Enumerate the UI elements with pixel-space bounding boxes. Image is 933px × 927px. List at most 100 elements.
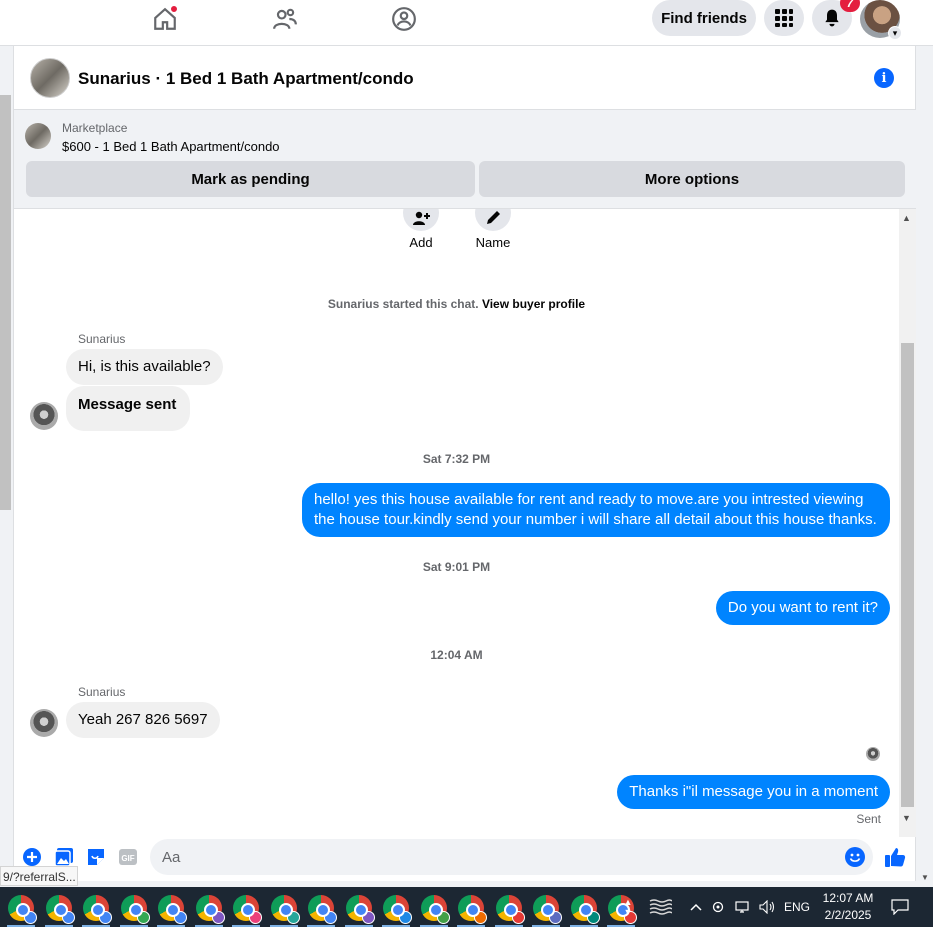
listing-avatar[interactable]: [30, 58, 70, 98]
profile-badge-icon: [512, 911, 525, 924]
plus-icon[interactable]: [22, 847, 42, 867]
timestamp: Sat 7:32 PM: [422, 452, 491, 466]
view-buyer-profile-link[interactable]: View buyer profile: [482, 297, 585, 311]
profile-badge-icon: [324, 911, 337, 924]
add-people-action[interactable]: Add: [391, 209, 451, 260]
page-scrollbar-thumb[interactable]: [0, 95, 11, 510]
chrome-profile-taskbar-icon[interactable]: [271, 895, 300, 924]
profile-badge-icon: [24, 911, 37, 924]
chrome-profile-taskbar-icon[interactable]: [308, 895, 337, 924]
chrome-profile-taskbar-icon[interactable]: [458, 895, 487, 924]
home-icon[interactable]: [148, 4, 182, 34]
listing-summary[interactable]: $600 - 1 Bed 1 Bath Apartment/condo: [62, 139, 280, 154]
incoming-message[interactable]: Message sent: [66, 386, 191, 431]
profile-badge-icon: [549, 911, 562, 924]
notification-center-icon[interactable]: [888, 887, 912, 927]
listing-thumbnail[interactable]: [25, 123, 51, 149]
camera-icon[interactable]: [711, 887, 727, 927]
add-action-label: Add: [409, 235, 433, 250]
bell-icon: [825, 9, 839, 27]
find-friends-button[interactable]: Find friends: [652, 0, 756, 36]
pencil-icon: [475, 209, 511, 231]
timestamp: Sat 9:01 PM: [422, 560, 491, 574]
emoji-icon[interactable]: [845, 847, 865, 867]
chat-started-text: Sunarius started this chat.: [327, 297, 479, 311]
chrome-profile-taskbar-icon[interactable]: [383, 895, 412, 924]
gif-icon[interactable]: GIF: [118, 847, 138, 867]
message-status: Sent: [856, 812, 881, 826]
widgets-icon[interactable]: [646, 887, 674, 927]
outgoing-message[interactable]: hello! yes this house available for rent…: [302, 483, 890, 537]
profile-badge-icon: [212, 911, 225, 924]
profile-badge-icon: [587, 911, 600, 924]
like-icon[interactable]: [883, 845, 907, 869]
profile-badge-icon: [437, 911, 450, 924]
groups-icon[interactable]: [387, 4, 421, 34]
outgoing-message[interactable]: Do you want to rent it?: [715, 591, 890, 625]
chrome-profile-taskbar-icon[interactable]: [533, 895, 562, 924]
system-clock[interactable]: 12:07 AM 2/2/2025: [812, 890, 884, 924]
chrome-profile-taskbar-icon[interactable]: [83, 895, 112, 924]
incoming-message[interactable]: Hi, is this available?: [66, 349, 223, 385]
taskbar-scroll-arrows[interactable]: ▲ ▼: [623, 887, 633, 927]
status-bar-url: 9/?referralS...: [0, 866, 78, 886]
marketplace-panel: Marketplace $600 - 1 Bed 1 Bath Apartmen…: [14, 110, 917, 209]
sender-avatar[interactable]: [30, 402, 58, 430]
outgoing-message[interactable]: Thanks i"il message you in a moment: [617, 775, 890, 809]
notifications-button[interactable]: 7: [812, 0, 860, 36]
chrome-profile-taskbar-icon[interactable]: [233, 895, 262, 924]
show-hidden-icons-chevron-icon[interactable]: [688, 887, 704, 927]
profile-badge-icon: [99, 911, 112, 924]
chrome-profile-taskbar-icon[interactable]: [158, 895, 187, 924]
mark-as-pending-label: Mark as pending: [191, 170, 310, 188]
sticker-icon[interactable]: [86, 847, 106, 867]
mark-as-pending-button[interactable]: Mark as pending: [26, 161, 475, 197]
message-composer: GIF Aa: [14, 837, 917, 881]
chrome-profile-taskbar-icon[interactable]: [121, 895, 150, 924]
message-list[interactable]: ▲ ▼ Add Name Sunarius started this chat.…: [14, 209, 917, 837]
notification-count-badge: 7: [840, 0, 860, 12]
grid-menu-icon: [775, 9, 793, 27]
profile-badge-icon: [174, 911, 187, 924]
windows-taskbar: ▲ ▼ ENG 12:07 AM 2/2/2025: [0, 887, 933, 927]
timestamp: 12:04 AM: [430, 648, 483, 662]
language-indicator[interactable]: ENG: [783, 887, 811, 927]
volume-icon[interactable]: [758, 887, 778, 927]
profile-badge-icon: [399, 911, 412, 924]
profile-badge-icon: [249, 911, 262, 924]
name-chat-action[interactable]: Name: [463, 209, 523, 260]
chevron-down-icon[interactable]: ▾: [888, 26, 902, 40]
menu-button[interactable]: [764, 0, 804, 36]
profile-badge-icon: [474, 911, 487, 924]
chrome-profile-taskbar-icon[interactable]: [571, 895, 600, 924]
chat-scrollbar-thumb[interactable]: [901, 343, 914, 807]
photo-icon[interactable]: [54, 847, 74, 867]
scroll-up-arrow-icon[interactable]: ▲: [902, 213, 911, 223]
scroll-down-arrow-icon[interactable]: ▼: [902, 813, 911, 823]
chrome-profile-taskbar-icon[interactable]: [8, 895, 37, 924]
message-input-placeholder: Aa: [162, 849, 181, 866]
account-avatar[interactable]: ▾: [860, 0, 902, 40]
friends-icon[interactable]: [268, 4, 302, 34]
profile-badge-icon: [362, 911, 375, 924]
chrome-profile-taskbar-icon[interactable]: [46, 895, 75, 924]
sender-avatar[interactable]: [30, 709, 58, 737]
chat-started-notice: Sunarius started this chat. View buyer p…: [14, 297, 899, 311]
page-scroll-down-icon[interactable]: ▼: [921, 873, 929, 882]
chrome-profile-taskbar-icon[interactable]: [496, 895, 525, 924]
chat-title[interactable]: Sunarius · 1 Bed 1 Bath Apartment/condo: [78, 69, 414, 89]
chat-window: Sunarius · 1 Bed 1 Bath Apartment/condo …: [13, 46, 917, 881]
network-icon[interactable]: [734, 887, 754, 927]
chrome-profile-taskbar-icon[interactable]: [196, 895, 225, 924]
name-action-label: Name: [475, 235, 511, 250]
info-icon[interactable]: i: [874, 68, 894, 88]
add-person-icon: [403, 209, 439, 231]
message-input[interactable]: Aa: [150, 839, 873, 875]
home-notification-dot: [170, 5, 178, 13]
more-options-button[interactable]: More options: [479, 161, 905, 197]
top-navigation: Find friends 7 ▾: [0, 0, 933, 46]
chrome-profile-taskbar-icon[interactable]: [346, 895, 375, 924]
chrome-profile-taskbar-icon[interactable]: [421, 895, 450, 924]
incoming-message[interactable]: Yeah 267 826 5697: [66, 702, 220, 738]
profile-badge-icon: [137, 911, 150, 924]
